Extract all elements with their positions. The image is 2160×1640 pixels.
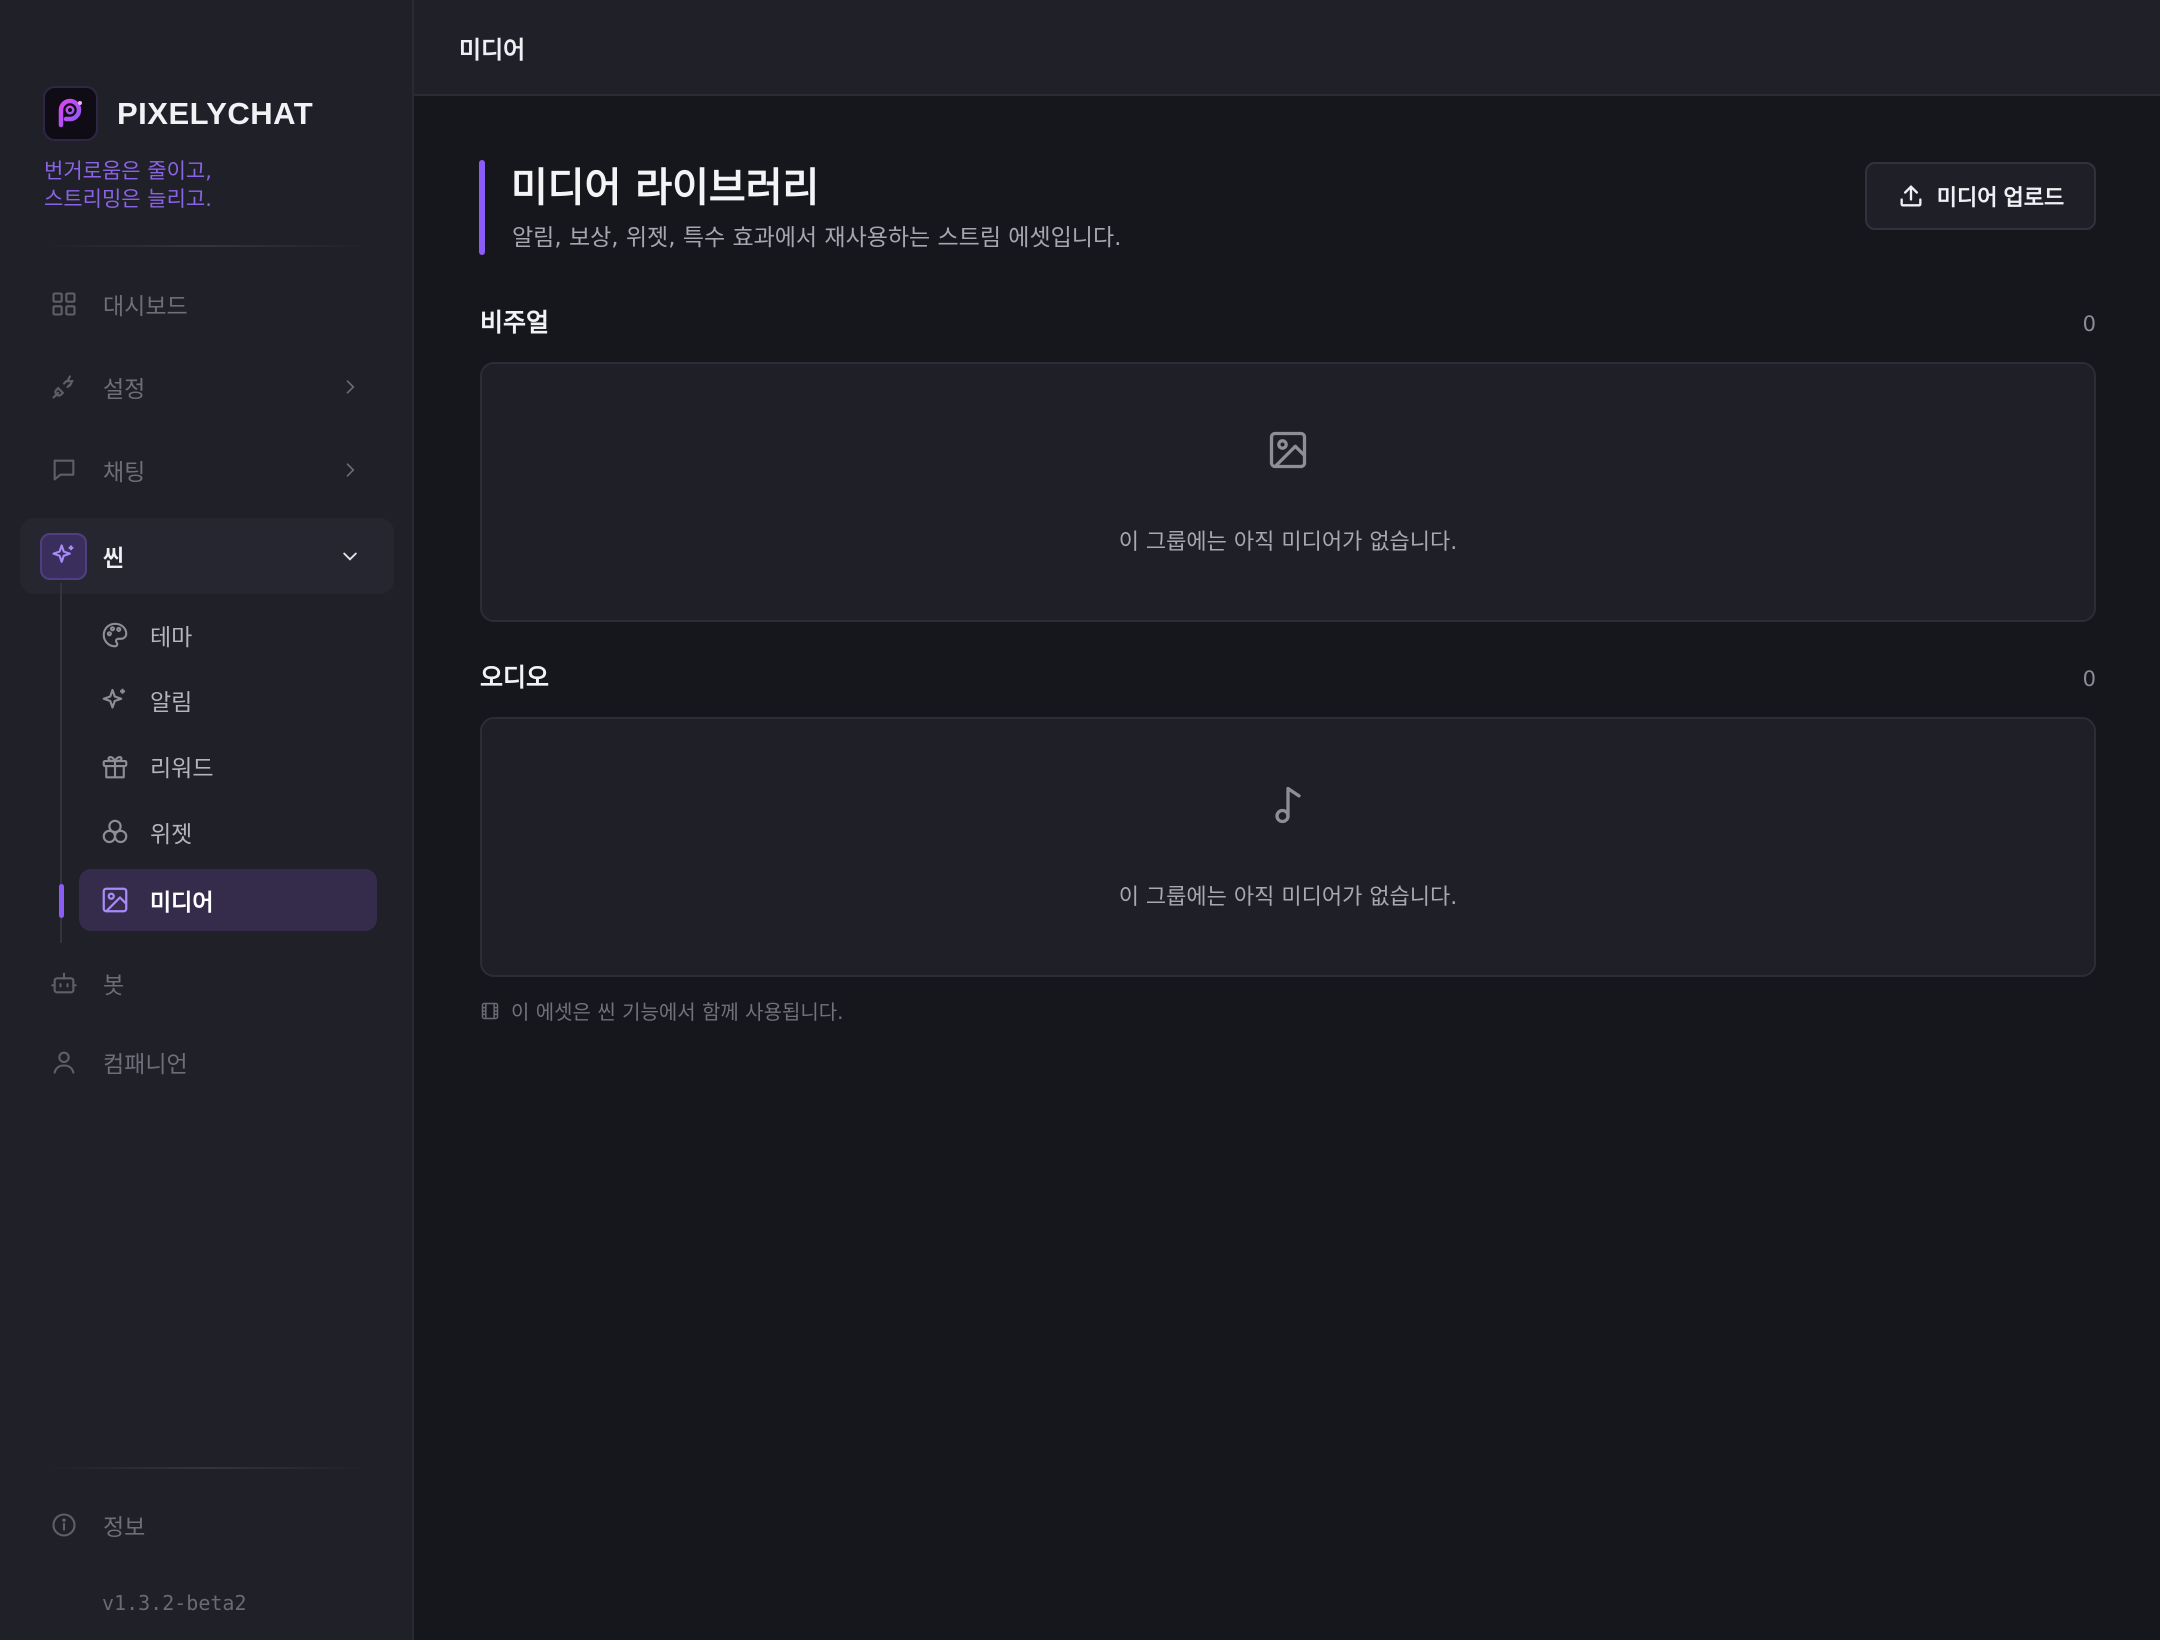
chevron-right-icon bbox=[346, 380, 355, 394]
sidebar-item-dashboard[interactable]: 대시보드 bbox=[20, 266, 394, 342]
sidebar-subitem-label: 알림 bbox=[150, 690, 193, 716]
image-icon bbox=[102, 887, 128, 913]
sidebar-subitem-label: 테마 bbox=[150, 625, 193, 651]
sidebar-item-label: 정보 bbox=[103, 1515, 146, 1541]
user-icon bbox=[53, 1051, 75, 1074]
app-name: PIXELYCHAT bbox=[117, 95, 314, 131]
sidebar-subitem-label: 미디어 bbox=[150, 890, 214, 916]
grid-icon bbox=[52, 292, 76, 316]
group-title-visual: 비주얼 bbox=[480, 308, 550, 337]
sparkles-icon bbox=[51, 544, 73, 563]
bot-icon bbox=[51, 972, 77, 994]
sidebar-subitem-rewards[interactable]: 리워드 bbox=[79, 735, 377, 797]
sidebar-item-scene[interactable]: 씬 bbox=[20, 518, 394, 594]
film-icon bbox=[481, 1002, 499, 1019]
sidebar-subitem-label: 위젯 bbox=[150, 822, 193, 848]
sidebar-subitem-theme[interactable]: 테마 bbox=[79, 604, 377, 666]
sidebar-item-settings[interactable]: 설정 bbox=[20, 349, 394, 425]
sidebar-item-label: 채팅 bbox=[103, 460, 146, 486]
chat-icon bbox=[53, 459, 75, 481]
divider bbox=[44, 245, 370, 247]
group-count-audio: 0 bbox=[2082, 667, 2096, 691]
sidebar-item-chat[interactable]: 채팅 bbox=[20, 432, 394, 508]
circles-icon bbox=[102, 819, 128, 844]
upload-media-button[interactable]: 미디어 업로드 bbox=[1865, 162, 2096, 230]
plug-icon bbox=[52, 375, 74, 399]
gift-icon bbox=[102, 756, 128, 779]
topbar: 미디어 bbox=[414, 0, 2160, 96]
scene-icon-box bbox=[40, 532, 87, 580]
sparkles-icon bbox=[102, 688, 125, 709]
version-label: v1.3.2-beta2 bbox=[102, 1591, 247, 1615]
footnote-text: 이 에셋은 씬 기능에서 함께 사용됩니다. bbox=[511, 1000, 844, 1024]
page-subtitle: 알림, 보상, 위젯, 특수 효과에서 재사용하는 스트림 에셋입니다. bbox=[512, 225, 1122, 251]
app-logo bbox=[43, 86, 98, 141]
title-accent-bar bbox=[479, 160, 485, 255]
sidebar: PIXELYCHAT 번거로움은 줄이고, 스트리밍은 늘리고. 대시보드 설정… bbox=[0, 0, 414, 1640]
sidebar-subitem-alerts[interactable]: 알림 bbox=[79, 669, 377, 731]
upload-button-label: 미디어 업로드 bbox=[1936, 185, 2065, 210]
sidebar-subitem-widgets[interactable]: 위젯 bbox=[79, 801, 377, 863]
breadcrumb: 미디어 bbox=[459, 36, 526, 64]
chevron-right-icon bbox=[346, 463, 355, 477]
footnote: 이 에셋은 씬 기능에서 함께 사용됩니다. bbox=[480, 996, 844, 1025]
sidebar-item-label: 대시보드 bbox=[103, 294, 188, 320]
sidebar-item-label: 봇 bbox=[103, 973, 125, 999]
sidebar-item-companion[interactable]: 컴패니언 bbox=[20, 1024, 394, 1100]
sidebar-item-info[interactable]: 정보 bbox=[20, 1487, 394, 1563]
sidebar-item-label: 씬 bbox=[103, 546, 125, 572]
sidebar-item-bot[interactable]: 봇 bbox=[20, 945, 394, 1021]
tagline: 번거로움은 줄이고, 스트리밍은 늘리고. bbox=[44, 157, 212, 213]
group-count-visual: 0 bbox=[2082, 312, 2096, 336]
active-indicator bbox=[59, 884, 64, 918]
sidebar-subitem-label: 리워드 bbox=[150, 756, 214, 782]
sidebar-subitem-media[interactable]: 미디어 bbox=[79, 869, 377, 931]
info-icon bbox=[52, 1513, 76, 1537]
music-note-icon bbox=[1275, 786, 1301, 824]
upload-icon bbox=[1900, 185, 1922, 207]
sidebar-item-label: 컴패니언 bbox=[103, 1052, 188, 1078]
sidebar-item-label: 설정 bbox=[103, 377, 146, 403]
empty-state-audio: 이 그룹에는 아직 미디어가 없습니다. bbox=[480, 717, 2096, 977]
group-title-audio: 오디오 bbox=[480, 663, 550, 692]
empty-state-text: 이 그룹에는 아직 미디어가 없습니다. bbox=[1118, 530, 1458, 555]
palette-icon bbox=[102, 622, 128, 648]
chevron-down-icon bbox=[343, 552, 357, 561]
divider bbox=[44, 1467, 370, 1469]
empty-state-text: 이 그룹에는 아직 미디어가 없습니다. bbox=[1118, 885, 1458, 910]
tagline-line-1: 번거로움은 줄이고, bbox=[44, 159, 212, 183]
brand[interactable]: PIXELYCHAT bbox=[43, 86, 313, 141]
page-title: 미디어 라이브러리 bbox=[511, 165, 820, 211]
tagline-line-2: 스트리밍은 늘리고. bbox=[44, 187, 212, 211]
empty-state-visual: 이 그룹에는 아직 미디어가 없습니다. bbox=[480, 362, 2096, 622]
image-icon bbox=[1269, 431, 1307, 469]
